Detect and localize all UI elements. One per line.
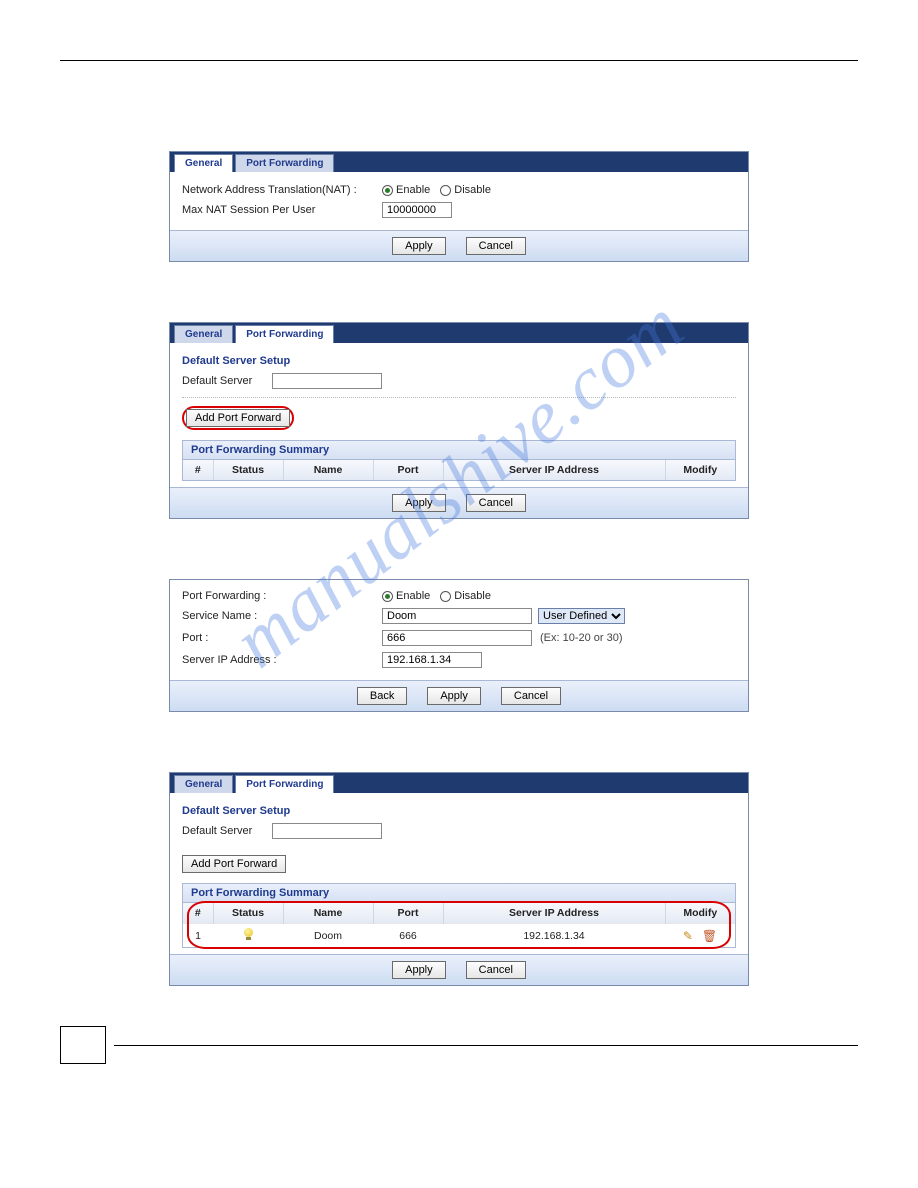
default-server-section: Default Server Setup: [182, 805, 736, 817]
server-ip-input[interactable]: [382, 652, 482, 668]
top-rule: [60, 60, 858, 61]
tab-port-forwarding[interactable]: Port Forwarding: [235, 775, 334, 793]
enable-label: Enable: [396, 590, 430, 602]
add-port-forward-button[interactable]: Add Port Forward: [186, 409, 290, 427]
back-button[interactable]: Back: [357, 687, 407, 705]
portfwd-edit-panel: Port Forwarding : Enable Disable Service…: [169, 579, 749, 712]
port-label: Port :: [182, 632, 382, 644]
pf-disable-radio[interactable]: Disable: [440, 590, 491, 602]
port-input[interactable]: [382, 630, 532, 646]
nat-disable-radio[interactable]: Disable: [440, 184, 491, 196]
max-session-label: Max NAT Session Per User: [182, 204, 382, 216]
service-name-label: Service Name :: [182, 610, 382, 622]
default-server-label: Default Server: [182, 375, 272, 387]
add-port-forward-button[interactable]: Add Port Forward: [182, 855, 286, 873]
bottom-rule: [114, 1045, 858, 1046]
port-hint: (Ex: 10-20 or 30): [540, 632, 623, 644]
cancel-button[interactable]: Cancel: [466, 961, 526, 979]
col-modify: Modify: [665, 460, 735, 480]
tab-general[interactable]: General: [174, 154, 233, 172]
radio-off-icon: [440, 591, 451, 602]
col-port: Port: [373, 903, 443, 924]
bulb-icon: [244, 928, 253, 940]
tab-port-forwarding[interactable]: Port Forwarding: [235, 325, 334, 343]
col-port: Port: [373, 460, 443, 480]
tab-general[interactable]: General: [174, 325, 233, 343]
apply-button[interactable]: Apply: [427, 687, 481, 705]
nat-enable-radio[interactable]: Enable: [382, 184, 430, 196]
portfwd-panel-empty: General Port Forwarding Default Server S…: [169, 322, 749, 519]
page-number-box: [60, 1026, 106, 1064]
cell-status: [213, 924, 283, 948]
cell-ip: 192.168.1.34: [443, 924, 665, 948]
cell-modify: ✎ 🗑: [665, 924, 735, 948]
max-session-input[interactable]: [382, 202, 452, 218]
service-name-input[interactable]: [382, 608, 532, 624]
col-ip: Server IP Address: [443, 903, 665, 924]
summary-box: Port Forwarding Summary # Status Name Po…: [182, 883, 736, 948]
col-num: #: [183, 903, 213, 924]
col-status: Status: [213, 460, 283, 480]
nat-label: Network Address Translation(NAT) :: [182, 184, 382, 196]
cancel-button[interactable]: Cancel: [501, 687, 561, 705]
default-server-section: Default Server Setup: [182, 355, 736, 367]
table-row: 1 Doom 666 192.168.1.34 ✎ 🗑: [183, 924, 735, 948]
portfwd-panel-populated: General Port Forwarding Default Server S…: [169, 772, 749, 986]
default-server-label: Default Server: [182, 825, 272, 837]
cell-port: 666: [373, 924, 443, 948]
service-type-select[interactable]: User Defined: [538, 608, 625, 624]
summary-table: # Status Name Port Server IP Address Mod…: [183, 903, 735, 947]
apply-button[interactable]: Apply: [392, 494, 446, 512]
cell-name: Doom: [283, 924, 373, 948]
footer-block: [60, 1026, 858, 1064]
summary-box: Port Forwarding Summary # Status Name Po…: [182, 440, 736, 481]
pf-label: Port Forwarding :: [182, 590, 382, 602]
pf-enable-radio[interactable]: Enable: [382, 590, 430, 602]
col-num: #: [183, 460, 213, 480]
default-server-input[interactable]: [272, 373, 382, 389]
disable-label: Disable: [454, 184, 491, 196]
col-name: Name: [283, 460, 373, 480]
tab-strip: General Port Forwarding: [170, 152, 748, 172]
summary-title: Port Forwarding Summary: [183, 441, 735, 460]
col-status: Status: [213, 903, 283, 924]
add-portfwd-highlight: Add Port Forward: [182, 406, 294, 430]
cancel-button[interactable]: Cancel: [466, 237, 526, 255]
server-ip-label: Server IP Address :: [182, 654, 382, 666]
default-server-input[interactable]: [272, 823, 382, 839]
tab-port-forwarding[interactable]: Port Forwarding: [235, 154, 334, 172]
col-ip: Server IP Address: [443, 460, 665, 480]
tab-strip: General Port Forwarding: [170, 773, 748, 793]
trash-icon[interactable]: 🗑: [702, 929, 717, 943]
tab-strip: General Port Forwarding: [170, 323, 748, 343]
separator: [182, 397, 736, 398]
radio-off-icon: [440, 185, 451, 196]
col-name: Name: [283, 903, 373, 924]
radio-on-icon: [382, 591, 393, 602]
col-modify: Modify: [665, 903, 735, 924]
edit-icon[interactable]: ✎: [683, 929, 693, 943]
cancel-button[interactable]: Cancel: [466, 494, 526, 512]
apply-button[interactable]: Apply: [392, 961, 446, 979]
nat-general-panel: General Port Forwarding Network Address …: [169, 151, 749, 262]
disable-label: Disable: [454, 590, 491, 602]
tab-general[interactable]: General: [174, 775, 233, 793]
summary-table: # Status Name Port Server IP Address Mod…: [183, 460, 735, 480]
cell-num: 1: [183, 924, 213, 948]
summary-title: Port Forwarding Summary: [183, 884, 735, 903]
apply-button[interactable]: Apply: [392, 237, 446, 255]
radio-on-icon: [382, 185, 393, 196]
enable-label: Enable: [396, 184, 430, 196]
